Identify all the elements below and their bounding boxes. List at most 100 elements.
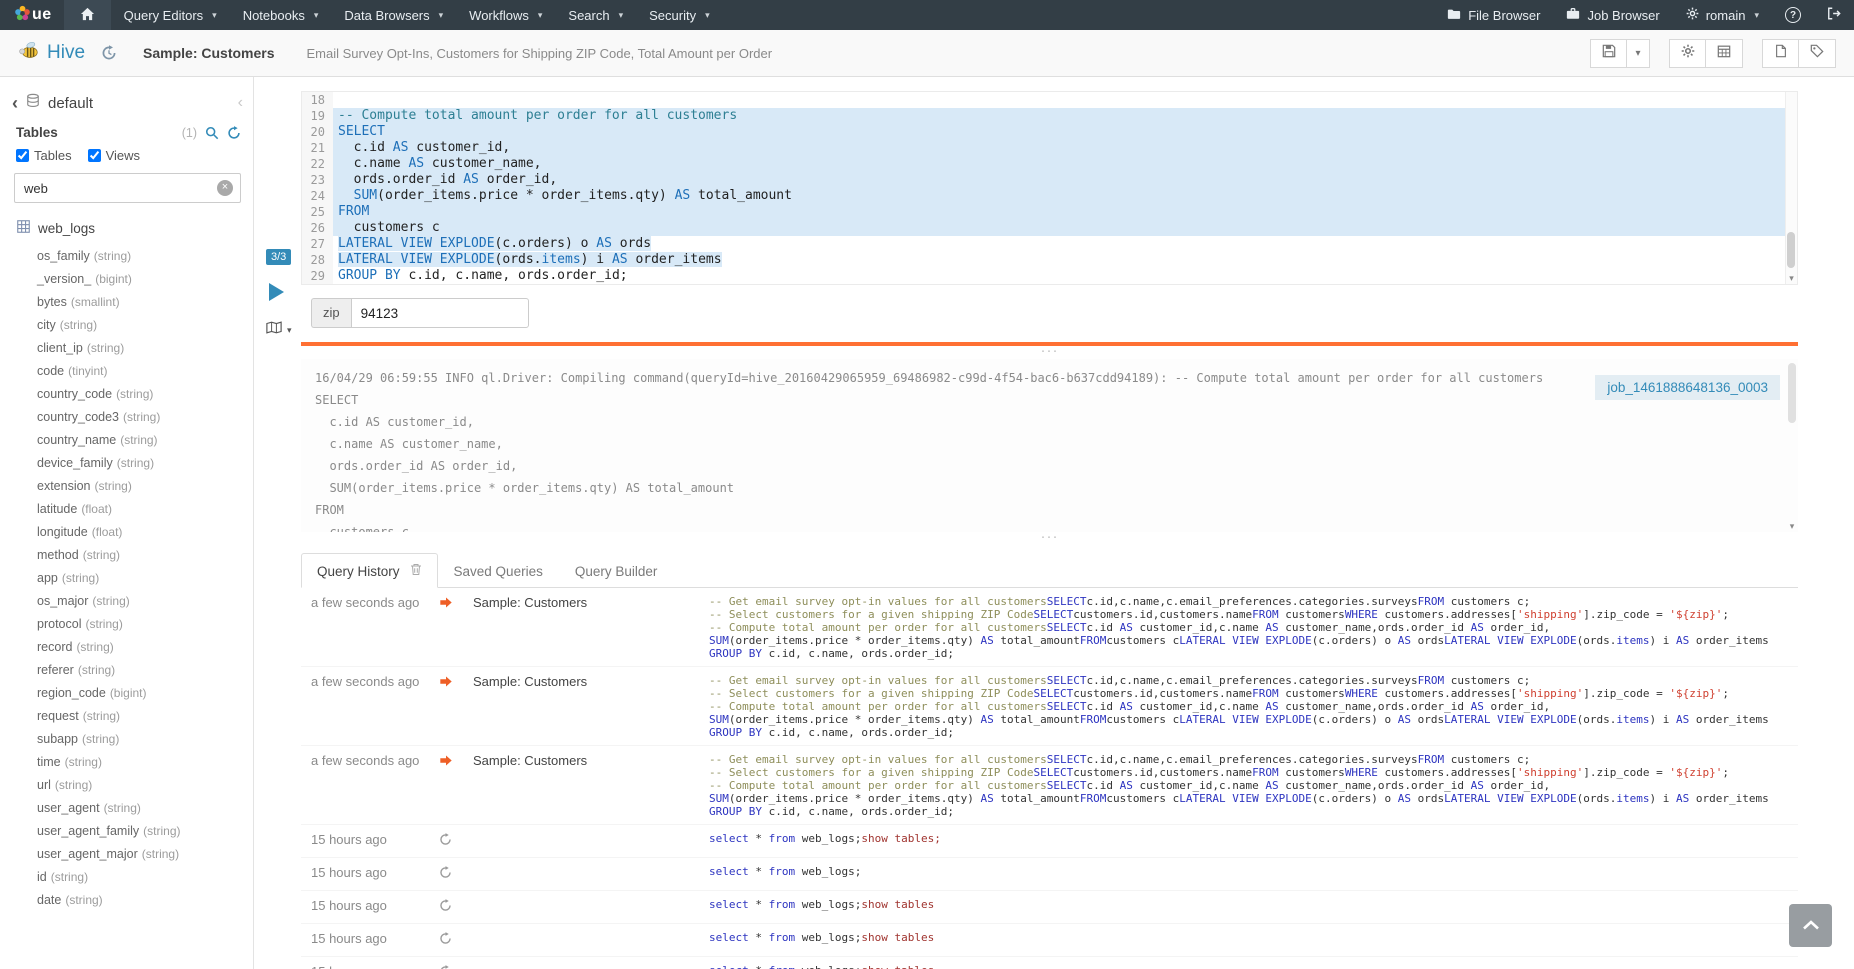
history-row[interactable]: a few seconds agoSample: Customers-- Get…: [301, 746, 1798, 825]
column-item-code[interactable]: code(tinyint): [0, 360, 253, 383]
column-item-url[interactable]: url(string): [0, 774, 253, 797]
clear-history-icon[interactable]: [410, 563, 422, 579]
tables-checkbox-input[interactable]: [16, 149, 29, 162]
tab-saved-queries[interactable]: Saved Queries: [438, 553, 559, 588]
editor-line[interactable]: 22 c.name AS customer_name,: [302, 156, 1797, 172]
column-item-id[interactable]: id(string): [0, 866, 253, 889]
editor-line[interactable]: 26 customers c: [302, 220, 1797, 236]
tags-button[interactable]: [1799, 39, 1836, 68]
menu-security[interactable]: Security▾: [636, 0, 723, 30]
logout-button[interactable]: [1814, 0, 1854, 30]
editor-line[interactable]: 23 ords.order_id AS order_id,: [302, 172, 1797, 188]
column-item-os-family[interactable]: os_family(string): [0, 245, 253, 268]
job-link[interactable]: job_1461888648136_0003: [1595, 375, 1780, 400]
table-filter-input[interactable]: [14, 173, 241, 203]
history-row[interactable]: 15 hours agoselect * from web_logs;show …: [301, 957, 1798, 969]
editor-line[interactable]: 27LATERAL VIEW EXPLODE(c.orders) o AS or…: [302, 236, 1797, 252]
history-row[interactable]: 15 hours agoselect * from web_logs;show …: [301, 891, 1798, 924]
history-row[interactable]: 15 hours agoselect * from web_logs;show …: [301, 924, 1798, 957]
column-item-record[interactable]: record(string): [0, 636, 253, 659]
home-button[interactable]: [64, 0, 111, 30]
refresh-icon[interactable]: [227, 126, 241, 140]
history-row[interactable]: a few seconds agoSample: Customers-- Get…: [301, 667, 1798, 746]
hue-logo[interactable]: ue: [0, 0, 64, 30]
back-chevron-icon[interactable]: ‹: [12, 94, 18, 112]
resize-grip[interactable]: ···: [301, 346, 1798, 359]
settings-button[interactable]: [1669, 39, 1706, 68]
job-browser-link[interactable]: Job Browser: [1553, 0, 1672, 30]
menu-query-editors[interactable]: Query Editors▾: [111, 0, 230, 30]
menu-notebooks[interactable]: Notebooks▾: [230, 0, 332, 30]
clear-filter-icon[interactable]: ×: [217, 180, 233, 196]
editor-line[interactable]: 24 SUM(order_items.price * order_items.q…: [302, 188, 1797, 204]
column-item-longitude[interactable]: longitude(float): [0, 521, 253, 544]
collapse-panel-icon[interactable]: ‹: [238, 94, 243, 112]
save-button[interactable]: [1590, 39, 1627, 68]
column-item-request[interactable]: request(string): [0, 705, 253, 728]
help-button[interactable]: ?: [1772, 0, 1814, 30]
column-item-time[interactable]: time(string): [0, 751, 253, 774]
editor-line[interactable]: 21 c.id AS customer_id,: [302, 140, 1797, 156]
tab-query-history[interactable]: Query History: [301, 553, 438, 588]
column-item--version-[interactable]: _version_(bigint): [0, 268, 253, 291]
column-item-country-code[interactable]: country_code(string): [0, 383, 253, 406]
scrollbar-thumb[interactable]: [1787, 232, 1795, 268]
column-item-os-major[interactable]: os_major(string): [0, 590, 253, 613]
scroll-down-icon[interactable]: ▾: [1786, 272, 1797, 284]
variable-zip-input[interactable]: [351, 298, 529, 328]
column-item-user-agent[interactable]: user_agent(string): [0, 797, 253, 820]
column-item-app[interactable]: app(string): [0, 567, 253, 590]
column-item-extension[interactable]: extension(string): [0, 475, 253, 498]
editor-line[interactable]: 18: [302, 92, 1797, 108]
column-item-region-code[interactable]: region_code(bigint): [0, 682, 253, 705]
menu-workflows[interactable]: Workflows▾: [456, 0, 555, 30]
scroll-to-top-button[interactable]: [1789, 904, 1832, 947]
execute-button[interactable]: [269, 283, 284, 301]
query-history-icon[interactable]: [101, 45, 117, 61]
menu-search[interactable]: Search▾: [555, 0, 636, 30]
user-menu[interactable]: romain ▾: [1673, 0, 1772, 30]
schedule-button[interactable]: [1706, 39, 1743, 68]
column-item-client-ip[interactable]: client_ip(string): [0, 337, 253, 360]
column-item-date[interactable]: date(string): [0, 889, 253, 912]
column-item-country-code3[interactable]: country_code3(string): [0, 406, 253, 429]
file-browser-link[interactable]: File Browser: [1434, 0, 1553, 30]
column-item-bytes[interactable]: bytes(smallint): [0, 291, 253, 314]
column-item-user-agent-major[interactable]: user_agent_major(string): [0, 843, 253, 866]
editor-line[interactable]: 20SELECT: [302, 124, 1797, 140]
menu-data-browsers[interactable]: Data Browsers▾: [331, 0, 456, 30]
editor-line[interactable]: 19-- Compute total amount per order for …: [302, 108, 1797, 124]
column-item-latitude[interactable]: latitude(float): [0, 498, 253, 521]
save-caret-button[interactable]: ▾: [1627, 39, 1650, 68]
variables-map-button[interactable]: ▾: [266, 321, 292, 339]
resize-grip[interactable]: ···: [301, 532, 1798, 545]
column-item-protocol[interactable]: protocol(string): [0, 613, 253, 636]
filter-views-checkbox[interactable]: Views: [88, 148, 140, 163]
app-name[interactable]: Hive: [47, 42, 85, 64]
scrollbar-thumb[interactable]: [1788, 363, 1796, 423]
new-document-button[interactable]: [1762, 39, 1799, 68]
column-item-city[interactable]: city(string): [0, 314, 253, 337]
column-item-subapp[interactable]: subapp(string): [0, 728, 253, 751]
table-item-web-logs[interactable]: web_logs: [0, 220, 253, 236]
scroll-down-icon[interactable]: ▾: [1786, 520, 1798, 532]
editor-line[interactable]: 25FROM: [302, 204, 1797, 220]
editor-line[interactable]: 29GROUP BY c.id, c.name, ords.order_id;: [302, 268, 1797, 284]
column-item-referer[interactable]: referer(string): [0, 659, 253, 682]
log-scrollbar[interactable]: ▾: [1786, 359, 1798, 532]
history-row[interactable]: 15 hours agoselect * from web_logs;: [301, 858, 1798, 891]
column-item-device-family[interactable]: device_family(string): [0, 452, 253, 475]
history-row[interactable]: 15 hours agoselect * from web_logs;show …: [301, 825, 1798, 858]
history-row[interactable]: a few seconds agoSample: Customers-- Get…: [301, 588, 1798, 667]
filter-tables-checkbox[interactable]: Tables: [16, 148, 72, 163]
column-item-country-name[interactable]: country_name(string): [0, 429, 253, 452]
code-editor[interactable]: 1819-- Compute total amount per order fo…: [301, 91, 1798, 285]
views-checkbox-input[interactable]: [88, 149, 101, 162]
editor-scrollbar[interactable]: ▾: [1785, 92, 1797, 284]
tab-query-builder[interactable]: Query Builder: [559, 553, 674, 588]
column-item-user-agent-family[interactable]: user_agent_family(string): [0, 820, 253, 843]
search-icon[interactable]: [205, 126, 219, 140]
editor-line[interactable]: 28LATERAL VIEW EXPLODE(ords.items) i AS …: [302, 252, 1797, 268]
column-item-method[interactable]: method(string): [0, 544, 253, 567]
database-name[interactable]: default: [48, 95, 93, 112]
